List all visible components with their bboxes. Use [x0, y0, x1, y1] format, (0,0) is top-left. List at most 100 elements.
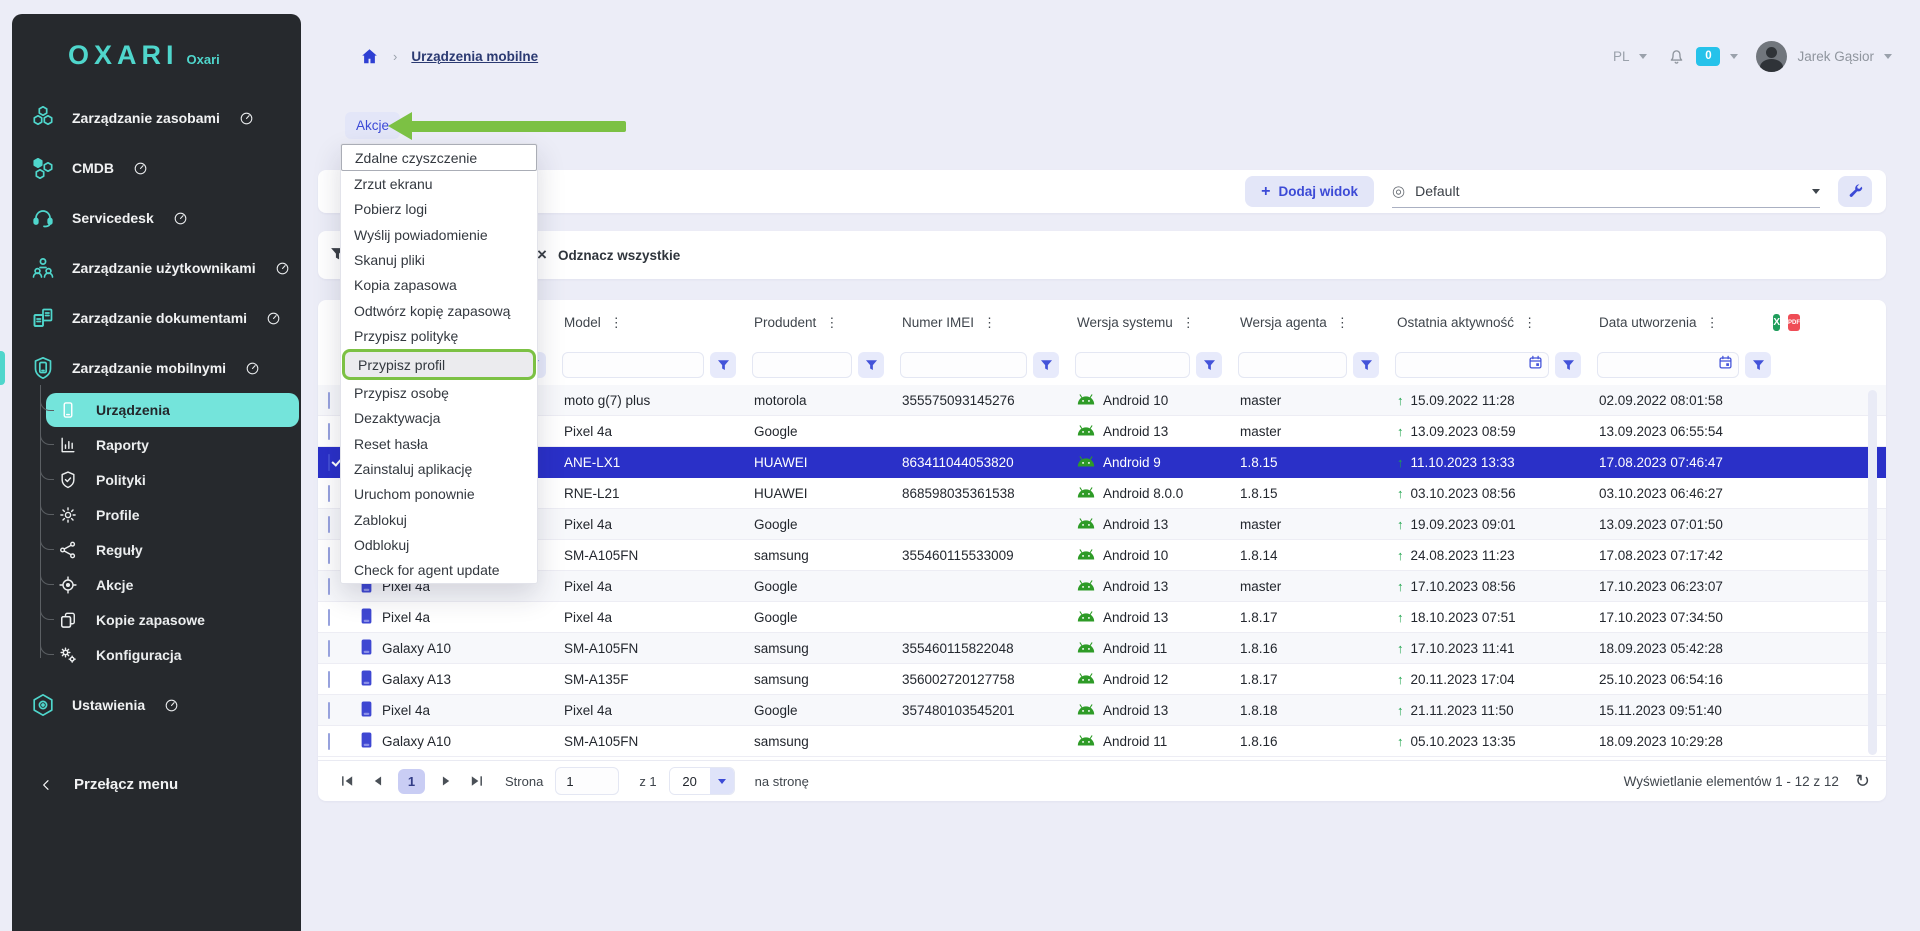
notification-badge[interactable]: 0: [1696, 47, 1720, 66]
sidebar-item-servicedesk[interactable]: Servicedesk: [12, 193, 301, 243]
column-header-imei[interactable]: Numer IMEI⋮: [894, 315, 1069, 331]
filter-button-agent[interactable]: [1353, 352, 1379, 378]
table-row[interactable]: Galaxy A10SM-A105FNsamsung35546011582204…: [318, 633, 1886, 664]
table-row[interactable]: Pixel 4aPixel 4aGoogle357480103545201And…: [318, 695, 1886, 726]
filter-input-created[interactable]: [1597, 352, 1739, 378]
scrollbar[interactable]: [1868, 390, 1877, 755]
sidebar-item-cmdb[interactable]: CMDB: [12, 143, 301, 193]
table-row[interactable]: Pixel 4aGoogleAndroid 13master↑13.09.202…: [318, 416, 1886, 447]
table-row[interactable]: RNE-L21HUAWEI868598035361538Android 8.0.…: [318, 478, 1886, 509]
menu-item-zrzut-ekranu[interactable]: Zrzut ekranu: [341, 171, 537, 196]
export-pdf-icon[interactable]: PDF: [1788, 314, 1800, 331]
table-row[interactable]: Galaxy A13SM-A135Fsamsung356002720127758…: [318, 664, 1886, 695]
sidebar-item-kopie-zapasowe[interactable]: Kopie zapasowe: [46, 602, 301, 637]
filter-input-imei[interactable]: [900, 352, 1027, 378]
column-menu-icon[interactable]: ⋮: [1182, 315, 1195, 331]
column-header-created[interactable]: Data utworzenia⋮: [1591, 315, 1781, 331]
sidebar-item-urządzenia[interactable]: Urządzenia: [46, 393, 299, 427]
row-checkbox[interactable]: [328, 516, 330, 533]
deselect-all-button[interactable]: × Odznacz wszystkie: [537, 231, 680, 279]
column-menu-icon[interactable]: ⋮: [1523, 315, 1536, 331]
export-excel-icon[interactable]: X: [1773, 314, 1780, 331]
menu-item-przypisz-profil[interactable]: Przypisz profil: [342, 349, 536, 380]
filter-input-model[interactable]: [562, 352, 704, 378]
previous-page-button[interactable]: [368, 773, 386, 789]
chevron-down-icon[interactable]: [1730, 54, 1738, 59]
collapse-menu-button[interactable]: Przełącz menu: [12, 776, 301, 793]
filter-button-prod[interactable]: [858, 352, 884, 378]
filter-input-act[interactable]: [1395, 352, 1549, 378]
table-row[interactable]: Pixel 4aPixel 4aGoogleAndroid 13master↑1…: [318, 571, 1886, 602]
sidebar-item-zarządzanie-zasobami[interactable]: Zarządzanie zasobami: [12, 93, 301, 143]
filter-button-model[interactable]: [710, 352, 736, 378]
filter-button-created[interactable]: [1745, 352, 1771, 378]
page-input[interactable]: [555, 767, 619, 795]
filter-input-sys[interactable]: [1075, 352, 1190, 378]
sidebar-item-zarządzanie-użytkownikami[interactable]: Zarządzanie użytkownikami: [12, 243, 301, 293]
column-menu-icon[interactable]: ⋮: [610, 315, 623, 331]
table-row[interactable]: Pixel 4aPixel 4aGoogleAndroid 131.8.17↑1…: [318, 602, 1886, 633]
menu-item-pobierz-logi[interactable]: Pobierz logi: [341, 197, 537, 222]
sidebar-item-zarzadzanie-mobilnymi[interactable]: Zarządzanie mobilnymi: [12, 343, 301, 393]
row-checkbox[interactable]: [328, 578, 330, 595]
chevron-down-icon[interactable]: [1884, 54, 1892, 59]
menu-item-odtwórz-kopię-zapasową[interactable]: Odtwórz kopię zapasową: [341, 298, 537, 323]
menu-item-uruchom-ponownie[interactable]: Uruchom ponownie: [341, 482, 537, 507]
filter-input-prod[interactable]: [752, 352, 852, 378]
table-row[interactable]: moto g(7) plusmotorola355575093145276And…: [318, 385, 1886, 416]
home-icon[interactable]: [360, 47, 379, 66]
sidebar-item-ustawienia[interactable]: Ustawienia: [12, 680, 301, 730]
sidebar-item-akcje[interactable]: Akcje: [46, 567, 301, 602]
column-menu-icon[interactable]: ⋮: [1336, 315, 1349, 331]
view-select[interactable]: ◎ Default: [1392, 176, 1820, 208]
view-settings-button[interactable]: [1838, 176, 1872, 207]
page-size-select[interactable]: 20: [669, 767, 735, 795]
chevron-down-icon[interactable]: [1639, 54, 1647, 59]
row-checkbox[interactable]: [328, 392, 330, 409]
row-checkbox[interactable]: [328, 485, 330, 502]
menu-item-zdalne-czyszczenie[interactable]: Zdalne czyszczenie: [341, 144, 537, 171]
page-number-button[interactable]: 1: [398, 769, 425, 794]
sidebar-item-raporty[interactable]: Raporty: [46, 427, 301, 462]
menu-item-check-for-agent-update[interactable]: Check for agent update: [341, 558, 537, 583]
sidebar-item-profile[interactable]: Profile: [46, 497, 301, 532]
row-checkbox[interactable]: [328, 454, 330, 471]
menu-item-dezaktywacja[interactable]: Dezaktywacja: [341, 406, 537, 431]
table-row[interactable]: ANE-LX1HUAWEI863411044053820Android 91.8…: [318, 447, 1886, 478]
menu-item-skanuj-pliki[interactable]: Skanuj pliki: [341, 247, 537, 272]
column-header-agent[interactable]: Wersja agenta⋮: [1232, 315, 1389, 331]
table-row[interactable]: Pixel 4aGoogleAndroid 13master↑19.09.202…: [318, 509, 1886, 540]
column-header-sys[interactable]: Wersja systemu⋮: [1069, 315, 1232, 331]
filter-button-act[interactable]: [1555, 352, 1581, 378]
sidebar-item-polityki[interactable]: Polityki: [46, 462, 301, 497]
row-checkbox[interactable]: [328, 547, 330, 564]
row-checkbox[interactable]: [328, 609, 330, 626]
bell-icon[interactable]: [1667, 47, 1686, 66]
refresh-icon[interactable]: ↻: [1855, 772, 1870, 790]
row-checkbox[interactable]: [328, 671, 330, 688]
filter-input-agent[interactable]: [1238, 352, 1347, 378]
row-checkbox[interactable]: [328, 423, 330, 440]
first-page-button[interactable]: [338, 773, 356, 789]
language-label[interactable]: PL: [1613, 49, 1630, 64]
menu-item-kopia-zapasowa[interactable]: Kopia zapasowa: [341, 273, 537, 298]
row-checkbox[interactable]: [328, 702, 330, 719]
row-checkbox[interactable]: [328, 640, 330, 657]
column-menu-icon[interactable]: ⋮: [983, 315, 996, 331]
next-page-button[interactable]: [437, 773, 455, 789]
menu-item-przypisz-osobę[interactable]: Przypisz osobę: [341, 380, 537, 405]
column-menu-icon[interactable]: ⋮: [1706, 315, 1719, 331]
table-row[interactable]: SM-A105FNsamsung355460115533009Android 1…: [318, 540, 1886, 571]
menu-item-zablokuj[interactable]: Zablokuj: [341, 507, 537, 532]
avatar[interactable]: [1756, 41, 1787, 72]
column-header-act[interactable]: Ostatnia aktywność⋮: [1389, 315, 1591, 331]
filter-button-imei[interactable]: [1033, 352, 1059, 378]
table-row[interactable]: Galaxy A10SM-A105FNsamsungAndroid 111.8.…: [318, 726, 1886, 757]
menu-item-wyślij-powiadomienie[interactable]: Wyślij powiadomienie: [341, 222, 537, 247]
last-page-button[interactable]: [467, 773, 485, 789]
menu-item-reset-hasła[interactable]: Reset hasła: [341, 431, 537, 456]
actions-button[interactable]: Akcje: [345, 112, 400, 139]
calendar-icon[interactable]: [1528, 355, 1543, 375]
column-header-model[interactable]: Model⋮: [556, 315, 746, 331]
filter-button-sys[interactable]: [1196, 352, 1222, 378]
